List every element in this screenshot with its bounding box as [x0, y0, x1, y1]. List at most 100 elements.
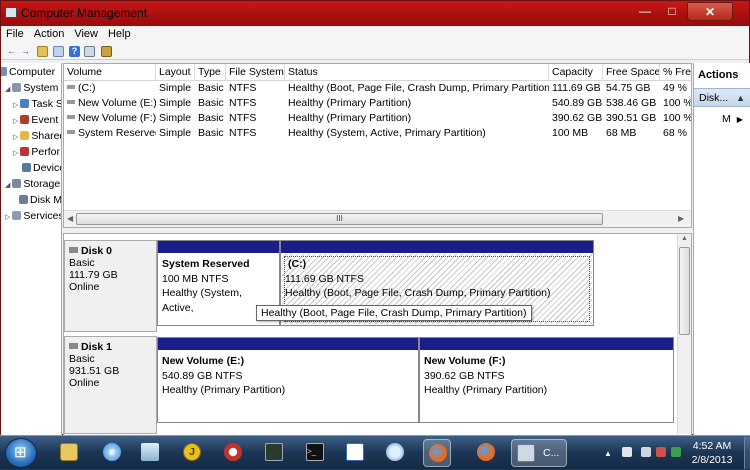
volume-cell: New Volume (F:) — [64, 111, 156, 126]
minimize-button[interactable]: — — [632, 2, 658, 21]
search-taskbar-button[interactable] — [381, 439, 409, 467]
status-cell: Healthy (Boot, Page File, Crash Dump, Pr… — [288, 82, 549, 94]
tree-item-performance[interactable]: ▷ Perfor — [13, 146, 60, 158]
volume-row[interactable]: New Volume (F:) Simple Basic NTFS Health… — [64, 111, 691, 126]
scroll-left-arrow-icon[interactable]: ◀ — [67, 214, 73, 223]
col-header-free-space[interactable]: Free Space — [603, 64, 660, 80]
col-header-file-system[interactable]: File System — [226, 64, 285, 80]
tree-item-event-viewer[interactable]: ▷ Event — [13, 114, 58, 126]
volume-icon — [67, 130, 75, 134]
status-cell: Healthy (Primary Partition) — [288, 112, 412, 124]
tree-item-services[interactable]: ▷ Services — [5, 210, 61, 222]
show-desktop-button[interactable] — [744, 437, 750, 469]
security-icon[interactable] — [671, 447, 681, 457]
system-clock[interactable]: 4:52 AM 2/8/2013 — [682, 439, 742, 467]
expand-arrow-icon[interactable]: ▷ — [13, 134, 18, 141]
partition-tooltip: Healthy (Boot, Page File, Crash Dump, Pr… — [256, 305, 532, 321]
up-folder-icon[interactable] — [37, 46, 48, 57]
firefox-taskbar-button-1[interactable] — [423, 439, 451, 467]
partition-f-drive[interactable]: New Volume (F:) 390.62 GB NTFS Healthy (… — [419, 337, 674, 423]
usb-icon[interactable] — [622, 447, 632, 457]
show-hidden-icons-arrow-icon[interactable]: ▲ — [604, 449, 612, 458]
actions-section-disk-management[interactable]: Disk... ▲ — [694, 88, 750, 107]
file-system-cell: NTFS — [229, 127, 257, 139]
volume-row[interactable]: System Reserved Simple Basic NTFS Health… — [64, 126, 691, 141]
clock-time: 4:52 AM — [692, 440, 732, 452]
computer-management-taskbar-button[interactable]: C... — [511, 439, 567, 467]
disk-size: 931.51 GB — [69, 365, 120, 377]
tree-item-task-scheduler[interactable]: ▷ Task S — [13, 98, 61, 110]
taskbar: e J >_ C... ▲ 4:52 AM 2/8/2013 — [0, 435, 750, 469]
horizontal-scroll-thumb[interactable]: III — [76, 213, 603, 225]
submenu-arrow-icon: ▶ — [736, 115, 743, 124]
red-app-taskbar-button[interactable] — [219, 439, 247, 467]
expand-arrow-icon[interactable]: ▷ — [13, 150, 18, 157]
resource-monitor-taskbar-button[interactable] — [260, 439, 288, 467]
tree-item-storage[interactable]: ◢ Storage — [5, 178, 60, 190]
properties-icon[interactable] — [84, 46, 95, 57]
menu-file[interactable]: File — [1, 27, 29, 41]
type-cell: Basic — [198, 97, 224, 109]
red-app-icon — [224, 443, 242, 461]
maximize-button[interactable]: □ — [659, 2, 685, 21]
disk-icon — [69, 343, 78, 349]
collapse-triangle-icon[interactable]: ▲ — [736, 93, 745, 103]
command-prompt-taskbar-button[interactable]: >_ — [301, 439, 329, 467]
col-header-layout[interactable]: Layout — [156, 64, 195, 80]
volume-icon — [67, 85, 75, 89]
free-space-cell: 54.75 GB — [606, 82, 651, 94]
scroll-up-arrow-icon[interactable]: ▲ — [681, 235, 688, 242]
partition-e-drive[interactable]: New Volume (E:) 540.89 GB NTFS Healthy (… — [157, 337, 419, 423]
menu-help[interactable]: Help — [103, 27, 136, 41]
tree-item-device-manager[interactable]: Device — [22, 162, 61, 174]
menu-action[interactable]: Action — [29, 27, 70, 41]
internet-explorer-taskbar-button[interactable]: e — [98, 439, 126, 467]
clock-date: 2/8/2013 — [691, 454, 733, 466]
firefox-taskbar-button-2[interactable] — [472, 439, 500, 467]
disk-1-info[interactable]: Disk 1 Basic 931.51 GB Online — [64, 336, 157, 434]
actions-more-actions[interactable]: M ▶ — [722, 113, 743, 125]
expand-arrow-icon[interactable]: ▷ — [13, 118, 18, 125]
expand-arrow-icon[interactable]: ▷ — [5, 214, 10, 221]
tree-item-disk-management[interactable]: Disk M — [19, 194, 61, 206]
start-button[interactable] — [5, 438, 37, 468]
console-icon[interactable] — [101, 46, 112, 57]
disk-0-info[interactable]: Disk 0 Basic 111.79 GB Online — [64, 240, 157, 332]
actions-item-label: M — [722, 113, 731, 125]
network-icon[interactable] — [656, 447, 666, 457]
internet-explorer-icon: e — [103, 443, 121, 461]
volume-row[interactable]: (C:) Simple Basic NTFS Healthy (Boot, Pa… — [64, 81, 691, 96]
document-taskbar-button[interactable] — [341, 439, 369, 467]
col-header-percent-free[interactable]: % Fre — [660, 64, 691, 80]
back-arrow-icon[interactable]: ← — [6, 46, 17, 57]
vertical-scroll-thumb[interactable] — [679, 247, 690, 335]
forward-arrow-icon[interactable]: → — [20, 46, 31, 57]
collapse-arrow-icon[interactable]: ◢ — [5, 182, 10, 189]
j-app-taskbar-button[interactable]: J — [178, 439, 206, 467]
tree-item-shared-folders[interactable]: ▷ Shared — [13, 130, 61, 142]
disk-view-vertical-scrollbar[interactable]: ▲ — [677, 234, 691, 434]
show-hide-tree-icon[interactable] — [53, 46, 64, 57]
title-bar[interactable]: Computer Management — □ ✕ — [1, 1, 749, 26]
notes-taskbar-button[interactable] — [136, 439, 164, 467]
help-icon[interactable]: ? — [69, 46, 80, 57]
disk-state: Online — [69, 377, 100, 389]
expand-arrow-icon[interactable]: ▷ — [13, 102, 18, 109]
col-header-status[interactable]: Status — [285, 64, 549, 80]
col-header-capacity[interactable]: Capacity — [549, 64, 603, 80]
partition-status: Healthy (Primary Partition) — [424, 384, 548, 396]
volume-row[interactable]: New Volume (E:) Simple Basic NTFS Health… — [64, 96, 691, 111]
layout-cell: Simple — [159, 112, 192, 124]
volume-icon[interactable] — [641, 447, 651, 457]
tree-item-system-tools[interactable]: ◢System T — [5, 82, 61, 94]
collapse-arrow-icon[interactable]: ◢ — [5, 86, 10, 93]
explorer-taskbar-button[interactable] — [55, 439, 83, 467]
menu-view[interactable]: View — [69, 27, 103, 41]
tree-item-computer[interactable]: Computer — [1, 66, 55, 78]
col-header-type[interactable]: Type — [195, 64, 226, 80]
scroll-right-arrow-icon[interactable]: ▶ — [678, 214, 684, 223]
volume-list-horizontal-scrollbar[interactable]: ◀ III ▶ — [64, 210, 691, 227]
col-header-volume[interactable]: Volume — [64, 64, 156, 80]
close-button[interactable]: ✕ — [687, 2, 733, 21]
disk-kind: Basic — [69, 353, 95, 365]
